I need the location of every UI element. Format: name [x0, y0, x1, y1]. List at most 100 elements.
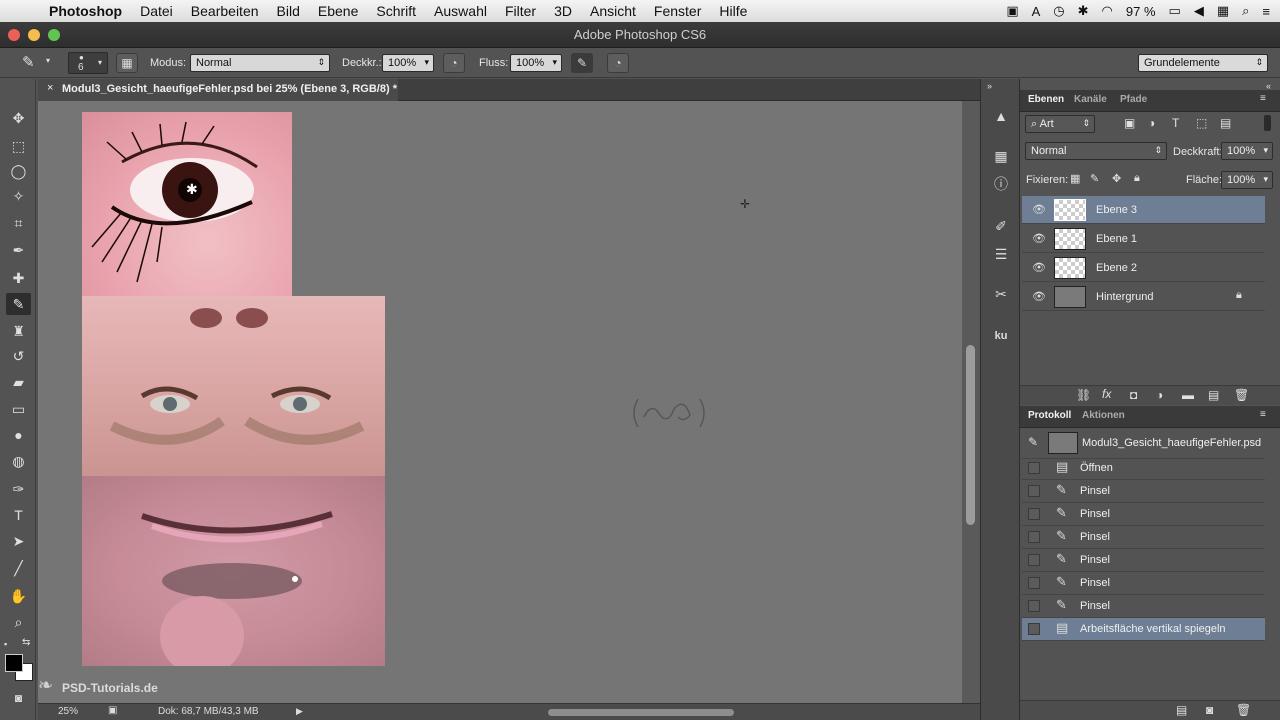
new-layer-icon[interactable]: ▤	[1208, 388, 1219, 402]
filter-type-icon[interactable]: T	[1172, 116, 1179, 130]
menu-ebene[interactable]: Ebene	[309, 3, 367, 19]
fx-icon[interactable]: fx	[1102, 387, 1111, 401]
menu-hilfe[interactable]: Hilfe	[710, 3, 756, 19]
blend-mode-select[interactable]: Normal ⇕	[1025, 142, 1167, 160]
scrollbar-thumb[interactable]	[966, 345, 975, 525]
menu-bearbeiten[interactable]: Bearbeiten	[182, 3, 268, 19]
camera-icon[interactable]: ▣	[1006, 3, 1018, 19]
menu-ansicht[interactable]: Ansicht	[581, 3, 645, 19]
filter-smartobject-icon[interactable]: ▤	[1220, 116, 1231, 130]
blur-tool[interactable]: ●	[6, 424, 31, 446]
airbrush-button[interactable]: ✎	[571, 53, 593, 73]
tab-kanaele[interactable]: Kanäle	[1074, 94, 1107, 105]
adobe-icon[interactable]: A	[1032, 4, 1041, 19]
path-selection-tool[interactable]: ➤	[6, 530, 31, 552]
pressure-opacity-button[interactable]: ◔	[443, 53, 465, 73]
swap-colors-icon[interactable]: ⇆	[22, 637, 30, 648]
layer-row-hintergrund[interactable]: 👁︎ Hintergrund 🔒︎	[1022, 283, 1265, 311]
horizontal-scrollbar-thumb[interactable]	[548, 709, 734, 716]
menu-fenster[interactable]: Fenster	[645, 3, 710, 19]
zoom-tool[interactable]: ⌕	[6, 611, 31, 633]
lock-transparent-icon[interactable]: ▦	[1070, 172, 1080, 185]
canvas-area[interactable]: ✱ ✛ ❧ PSD-Tutorials.de	[38, 101, 962, 703]
lasso-tool[interactable]: ◯	[6, 160, 31, 182]
history-step-flip-canvas[interactable]: ▤ Arbeitsfläche vertikal spiegeln	[1022, 618, 1265, 641]
status-menu-arrow-icon[interactable]: ▶	[296, 706, 303, 717]
history-step-pinsel-4[interactable]: ✎ Pinsel	[1022, 549, 1265, 572]
menu-auswahl[interactable]: Auswahl	[425, 3, 496, 19]
history-checkbox[interactable]	[1028, 600, 1040, 612]
fill-input[interactable]: 100% ▾	[1221, 171, 1273, 189]
delete-state-icon[interactable]: 🗑︎	[1236, 703, 1251, 717]
document-info-icon[interactable]: ▣	[108, 705, 117, 716]
layer-filter-select[interactable]: ⌕ Art ⇕	[1025, 115, 1095, 133]
panel-menu-icon[interactable]: ≡	[1260, 409, 1266, 420]
history-step-pinsel-1[interactable]: ✎ Pinsel	[1022, 480, 1265, 503]
history-checkbox[interactable]	[1028, 554, 1040, 566]
pen-tool[interactable]: ✑	[6, 478, 31, 500]
filter-pixel-icon[interactable]: ▣	[1124, 116, 1135, 130]
tab-ebenen[interactable]: Ebenen	[1028, 94, 1064, 105]
filter-adjustment-icon[interactable]: ◑	[1148, 116, 1155, 130]
new-snapshot-icon[interactable]: ◙	[1206, 703, 1213, 717]
history-checkbox[interactable]	[1028, 623, 1040, 635]
eye-icon[interactable]: 👁︎	[1032, 232, 1046, 245]
workspace-select[interactable]: Grundelemente ⇕	[1138, 54, 1268, 72]
eye-icon[interactable]: 👁︎	[1032, 203, 1046, 216]
info-icon[interactable]: ⓘ	[989, 173, 1013, 195]
eye-icon[interactable]: 👁︎	[1032, 261, 1046, 274]
history-brush-source-icon[interactable]: ✎	[1028, 435, 1038, 449]
crop-tool[interactable]: ⌗	[6, 212, 31, 234]
default-colors-icon[interactable]: ▪	[4, 639, 7, 649]
lock-all-icon[interactable]: 🔒︎	[1134, 172, 1140, 185]
lock-position-icon[interactable]: ✥	[1112, 172, 1121, 185]
deckkr-input[interactable]: 100% ▾	[382, 54, 434, 72]
history-step-pinsel-3[interactable]: ✎ Pinsel	[1022, 526, 1265, 549]
history-checkbox[interactable]	[1028, 577, 1040, 589]
new-group-icon[interactable]: ▬	[1182, 388, 1194, 402]
brush-tool[interactable]: ✎	[6, 293, 31, 315]
eyedropper-tool[interactable]: ✒	[6, 239, 31, 261]
adjustment-layer-icon[interactable]: ◑	[1156, 388, 1163, 402]
filter-toggle-switch[interactable]	[1264, 115, 1271, 131]
menu-filter[interactable]: Filter	[496, 3, 545, 19]
time-machine-icon[interactable]: ◷	[1053, 3, 1064, 19]
wifi-icon[interactable]: ◠	[1102, 3, 1113, 19]
history-step-pinsel-5[interactable]: ✎ Pinsel	[1022, 572, 1265, 595]
eraser-tool[interactable]: ▰	[6, 371, 31, 393]
history-step-oeffnen[interactable]: ▤ Öffnen	[1022, 457, 1265, 480]
calendar-icon[interactable]: ▦	[1217, 3, 1229, 19]
menu-datei[interactable]: Datei	[131, 3, 182, 19]
filter-shape-icon[interactable]: ⬚	[1196, 116, 1207, 130]
kuler-icon[interactable]: ku	[989, 325, 1013, 347]
menu-schrift[interactable]: Schrift	[367, 3, 425, 19]
zoom-level[interactable]: 25%	[58, 706, 78, 717]
history-snapshot-row[interactable]: ✎ Modul3_Gesicht_haeufigeFehler.psd	[1022, 429, 1265, 459]
history-brush-tool[interactable]: ↺	[6, 345, 31, 367]
healing-brush-tool[interactable]: ✚	[6, 267, 31, 289]
magic-wand-tool[interactable]: ✧	[6, 185, 31, 207]
fluss-input[interactable]: 100% ▾	[510, 54, 562, 72]
menu-app[interactable]: Photoshop	[40, 3, 131, 19]
bluetooth-icon[interactable]: ✱	[1078, 3, 1089, 19]
layer-row-ebene-2[interactable]: 👁︎ Ebene 2	[1022, 254, 1265, 282]
notification-icon[interactable]: ≡	[1262, 4, 1270, 19]
panel-menu-icon[interactable]: ≡	[1260, 93, 1266, 104]
canvas-vertical-scrollbar[interactable]	[962, 101, 980, 703]
brush-panel-toggle-button[interactable]: ▦	[116, 53, 138, 73]
tab-protokoll[interactable]: Protokoll	[1028, 410, 1071, 421]
add-mask-icon[interactable]: ◘	[1130, 388, 1137, 402]
swatches-icon[interactable]: ▦	[989, 145, 1013, 167]
volume-icon[interactable]: ◀︎	[1194, 3, 1204, 19]
lock-pixels-icon[interactable]: ✎	[1090, 172, 1099, 185]
type-tool[interactable]: T	[6, 504, 31, 526]
new-document-from-state-icon[interactable]: ▤	[1176, 703, 1187, 717]
histogram-icon[interactable]: ▲	[989, 105, 1013, 127]
brush-preset-icon[interactable]: ✎	[22, 53, 35, 71]
close-tab-icon[interactable]: ×	[47, 82, 53, 94]
delete-layer-icon[interactable]: 🗑︎	[1234, 388, 1249, 402]
gradient-tool[interactable]: ▭	[6, 398, 31, 420]
layer-row-ebene-3[interactable]: 👁︎ Ebene 3	[1022, 196, 1265, 224]
history-checkbox[interactable]	[1028, 508, 1040, 520]
link-layers-icon[interactable]: ⛓︎	[1076, 388, 1091, 402]
